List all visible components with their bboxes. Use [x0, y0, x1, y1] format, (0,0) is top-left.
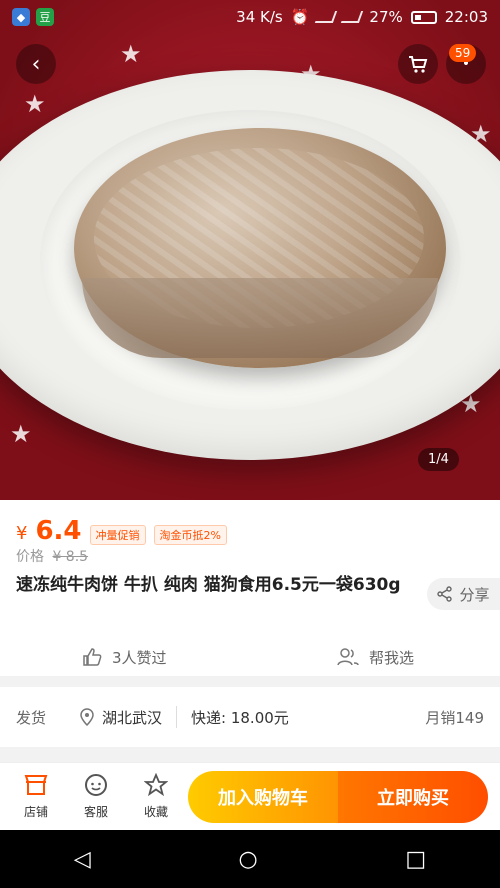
back-icon: ‹ [31, 51, 41, 77]
buy-now-button[interactable]: 立即购买 [338, 770, 488, 823]
help-choose-icon [337, 648, 359, 666]
share-button[interactable]: 分享 [427, 578, 500, 610]
divider [176, 706, 178, 728]
douban-app-icon: 豆 [36, 8, 54, 26]
help-choose-button[interactable]: 帮我选 [337, 642, 414, 672]
beef-patty [74, 128, 446, 368]
shop-label: 店铺 [23, 805, 48, 819]
shop-icon [24, 773, 48, 797]
signal-icon [315, 11, 338, 23]
shipping-label: 发货 [16, 708, 47, 727]
price-row: ¥ 6.4 冲量促销 淘金币抵2% [16, 516, 227, 546]
likes-button[interactable]: 3人赞过 [82, 642, 167, 672]
shipping-location: 湖北武汉 [80, 707, 162, 728]
star-decor: ★ [10, 420, 32, 448]
favorite-label: 收藏 [143, 805, 168, 819]
image-counter: 1/4 [418, 448, 459, 471]
monthly-sales: 月销149 [425, 708, 484, 727]
original-price: ¥ 8.5 [52, 549, 89, 565]
battery-icon [410, 10, 437, 24]
share-label: 分享 [459, 585, 490, 604]
cart-icon [409, 56, 428, 73]
promo-tag: 冲量促销 [89, 525, 146, 545]
product-detail-screen: ★ ★ ★ ★ ★ ★ ★ ◆ 豆 34 K/s ⏰ 27% 22:03 ‹ [0, 0, 500, 888]
help-choose-label: 帮我选 [368, 648, 414, 667]
coin-tag: 淘金币抵2% [153, 525, 227, 545]
star-icon [144, 773, 168, 797]
cart-count-badge: 59 [449, 44, 477, 62]
price: 6.4 [35, 516, 82, 546]
location-text: 湖北武汉 [102, 708, 163, 727]
nav-home-icon[interactable]: ○ [238, 847, 257, 872]
social-actions: 3人赞过 帮我选 [0, 642, 500, 672]
bottom-action-bar: 店铺 客服 收藏 加入购物车 立即购买 [0, 762, 500, 830]
shipping-row[interactable]: 发货 湖北武汉 快递: 18.00元 月销149 [0, 687, 500, 747]
clock: 22:03 [444, 8, 488, 26]
back-button[interactable]: ‹ [16, 44, 56, 84]
share-icon [437, 586, 453, 602]
signal-icon [341, 11, 364, 23]
star-decor: ★ [24, 90, 46, 118]
original-price-label: 价格 [16, 549, 44, 565]
delivery-fee: 快递: 18.00元 [191, 708, 289, 727]
service-button[interactable]: 客服 [66, 773, 126, 820]
shield-app-icon: ◆ [12, 8, 30, 26]
nav-recents-icon[interactable]: □ [405, 847, 426, 872]
original-price-row: 价格 ¥ 8.5 [16, 546, 88, 566]
network-speed: 34 K/s [236, 8, 283, 26]
battery-percent: 27% [369, 8, 403, 26]
product-title: 速冻纯牛肉饼 牛扒 纯肉 猫狗食用6.5元一袋630g [16, 575, 401, 595]
star-decor: ★ [120, 40, 142, 68]
product-info: ¥ 6.4 冲量促销 淘金币抵2% 价格 ¥ 8.5 速冻纯牛肉饼 牛扒 纯肉 … [0, 500, 500, 676]
alarm-icon: ⏰ [290, 8, 310, 26]
system-nav-bar: ◁ ○ □ [0, 830, 500, 888]
status-bar: ◆ 豆 34 K/s ⏰ 27% 22:03 [0, 0, 500, 34]
service-label: 客服 [83, 805, 108, 819]
thumbs-up-icon [83, 648, 102, 666]
location-icon [80, 708, 94, 726]
likes-label: 3人赞过 [112, 648, 167, 667]
service-icon [84, 773, 108, 797]
currency-symbol: ¥ [16, 523, 28, 544]
cart-button[interactable] [398, 44, 438, 84]
favorite-button[interactable]: 收藏 [126, 773, 186, 820]
add-to-cart-button[interactable]: 加入购物车 [188, 770, 338, 823]
nav-back-icon[interactable]: ◁ [74, 847, 91, 872]
shop-button[interactable]: 店铺 [6, 773, 66, 820]
